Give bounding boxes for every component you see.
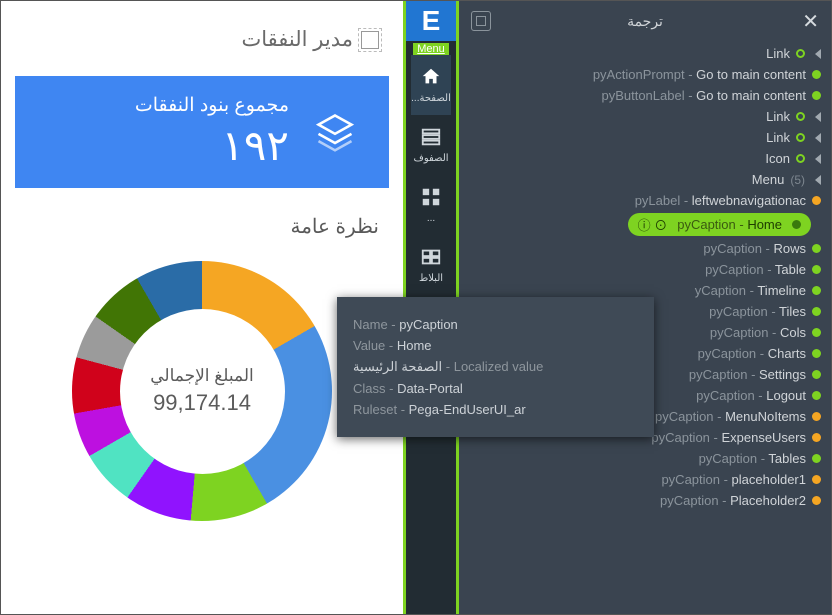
panel-header: ترجمة ✕ xyxy=(459,1,831,41)
tree-node[interactable]: pyButtonLabel - Go to main content xyxy=(459,85,831,106)
nav-label: ... xyxy=(427,213,435,224)
card-title: مجموع بنود النفقات xyxy=(135,94,289,117)
status-dot xyxy=(812,454,821,463)
caret-icon[interactable] xyxy=(815,112,821,122)
status-dot xyxy=(812,349,821,358)
tree-node[interactable]: Link xyxy=(459,106,831,127)
caret-icon[interactable] xyxy=(815,175,821,185)
status-dot xyxy=(812,196,821,205)
status-dot xyxy=(812,244,821,253)
status-dot xyxy=(812,433,821,442)
tree-node[interactable]: Link xyxy=(459,127,831,148)
status-dot xyxy=(812,496,821,505)
brand-icon[interactable]: E xyxy=(406,1,456,41)
tree-node[interactable]: pyCaption - Rows xyxy=(459,238,831,259)
tree-node[interactable]: Link xyxy=(459,43,831,64)
tree-node[interactable]: pyCaption - placeholder1 xyxy=(459,469,831,490)
tree-node[interactable]: Icon xyxy=(459,148,831,169)
tree-node[interactable]: pyCaption - Table xyxy=(459,259,831,280)
rows-icon xyxy=(420,126,442,148)
tree-node[interactable]: pyLabel - leftwebnavigationac xyxy=(459,190,831,211)
close-icon[interactable]: ✕ xyxy=(802,9,819,34)
property-tooltip: Name - pyCaption Value - Home الصفحة الر… xyxy=(337,297,654,437)
status-dot xyxy=(812,475,821,484)
tiles-icon xyxy=(420,186,442,208)
nav-label: البلاط xyxy=(419,273,443,284)
status-dot xyxy=(796,112,805,121)
status-dot xyxy=(812,91,821,100)
home-icon xyxy=(420,66,442,88)
status-dot xyxy=(812,265,821,274)
caret-icon[interactable] xyxy=(815,133,821,143)
nav-label: ...الصفحة xyxy=(411,93,451,104)
status-dot xyxy=(812,286,821,295)
nav-item-home[interactable]: ...الصفحة xyxy=(411,55,451,115)
status-dot xyxy=(812,328,821,337)
expand-icon[interactable] xyxy=(471,11,491,31)
status-dot xyxy=(796,154,805,163)
summary-card[interactable]: مجموع بنود النفقات ١٩٢ xyxy=(15,76,389,188)
app-title: مدير النفقات xyxy=(241,27,353,52)
status-dot xyxy=(796,133,805,142)
donut-label: المبلغ الإجمالي xyxy=(150,366,254,386)
caret-icon[interactable] xyxy=(815,49,821,59)
info-icon[interactable]: ⓘ ⊙ xyxy=(638,215,668,234)
tree-node[interactable]: pyCaption - Tables xyxy=(459,448,831,469)
app-title-bar: مدير النفقات xyxy=(1,1,403,68)
status-dot xyxy=(812,370,821,379)
caret-icon[interactable] xyxy=(815,154,821,164)
tree-node[interactable]: pyCaption - Placeholder2 xyxy=(459,490,831,511)
status-dot xyxy=(812,307,821,316)
status-dot xyxy=(796,49,805,58)
status-dot xyxy=(812,391,821,400)
status-dot xyxy=(812,412,821,421)
donut-center: المبلغ الإجمالي 99,174.14 xyxy=(150,366,254,416)
nav-label: الصفوف xyxy=(413,153,448,164)
menu-tag[interactable]: Menu xyxy=(413,43,449,55)
panel-title: ترجمة xyxy=(627,13,663,30)
status-dot xyxy=(812,70,821,79)
tree-node-selected[interactable]: ⓘ ⊙pyCaption - Home xyxy=(628,213,811,236)
nav-item-bricks[interactable]: البلاط xyxy=(411,235,451,295)
overview-title: نظرة عامة xyxy=(1,202,403,251)
nav-item-rows[interactable]: الصفوف xyxy=(411,115,451,175)
donut-value: 99,174.14 xyxy=(150,390,254,416)
layers-icon xyxy=(309,106,361,158)
tree-node[interactable]: pyActionPrompt - Go to main content xyxy=(459,64,831,85)
tree-node[interactable]: Menu(5) xyxy=(459,169,831,190)
crop-icon xyxy=(361,31,379,49)
bricks-icon xyxy=(420,246,442,268)
card-value: ١٩٢ xyxy=(135,121,289,170)
nav-item-tiles[interactable]: ... xyxy=(411,175,451,235)
